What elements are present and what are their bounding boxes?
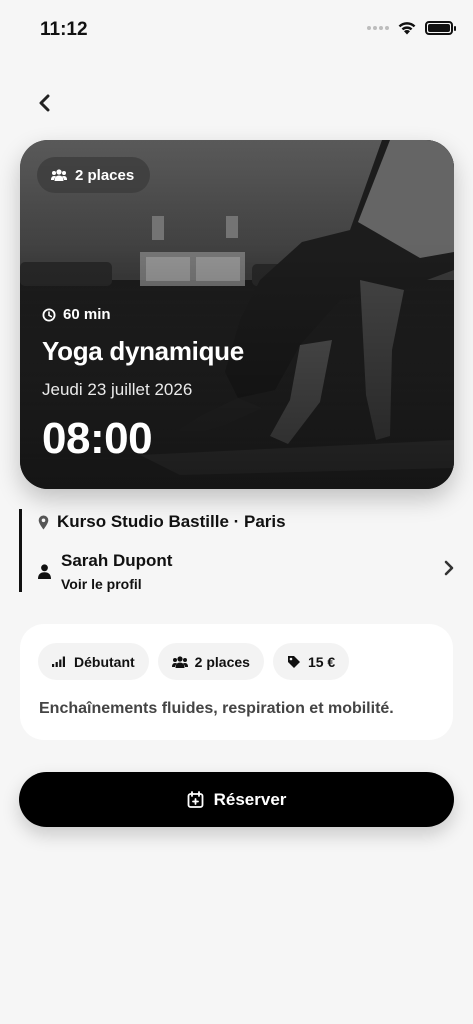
calendar-add-icon — [187, 791, 204, 808]
class-date: Jeudi 23 juillet 2026 — [42, 380, 193, 399]
reserve-button[interactable]: Réserver — [19, 772, 454, 827]
class-hero-card: 2 places 60 min Yoga dynamique Jeudi 23 … — [20, 140, 454, 489]
coach-text: Sarah Dupont Voir le profil — [61, 551, 172, 592]
class-details-card: Débutant 2 places 15 € Enchaînements flu… — [20, 624, 453, 740]
back-button[interactable] — [30, 88, 60, 118]
reserve-button-label: Réserver — [213, 789, 287, 809]
coach-name: Sarah Dupont — [61, 550, 173, 570]
duration-label: 60 min — [63, 306, 111, 323]
places-badge-label: 2 places — [75, 166, 135, 184]
level-tag-label: Débutant — [74, 653, 135, 670]
wifi-icon — [398, 22, 416, 35]
cellular-signal-icon — [367, 25, 389, 30]
chevron-left-icon — [39, 94, 50, 112]
level-tag: Débutant — [38, 643, 149, 680]
price-tag-label: 15 € — [307, 653, 336, 670]
users-icon — [171, 655, 188, 668]
user-icon — [38, 563, 51, 579]
class-tags: Débutant 2 places 15 € — [38, 643, 350, 680]
price-tag: 15 € — [272, 643, 350, 680]
location: Kurso Studio Bastille · Paris — [38, 512, 286, 532]
battery-icon — [425, 20, 456, 35]
class-info: Kurso Studio Bastille · Paris Sarah Dupo… — [19, 509, 455, 592]
location-pin-icon — [38, 515, 49, 529]
status-bar: 11:12 — [0, 0, 473, 60]
location-label: Kurso Studio Bastille · Paris — [57, 512, 286, 531]
chevron-right-icon — [444, 560, 454, 576]
status-icons — [367, 20, 456, 35]
places-tag-label: 2 places — [194, 653, 250, 670]
view-profile-label: Voir le profil — [61, 575, 142, 592]
class-description: Enchaînements fluides, respiration et mo… — [39, 700, 394, 717]
clock-icon — [42, 308, 56, 321]
places-tag: 2 places — [157, 643, 264, 680]
signal-bars-icon — [52, 656, 65, 667]
class-title: Yoga dynamique — [42, 336, 244, 366]
duration: 60 min — [42, 306, 111, 323]
places-badge: 2 places — [37, 157, 151, 193]
coach-profile-link[interactable]: Sarah Dupont Voir le profil — [38, 549, 454, 593]
status-time: 11:12 — [40, 19, 88, 40]
users-icon — [51, 169, 67, 181]
class-time: 08:00 — [42, 414, 153, 463]
price-tag-icon — [287, 655, 300, 668]
